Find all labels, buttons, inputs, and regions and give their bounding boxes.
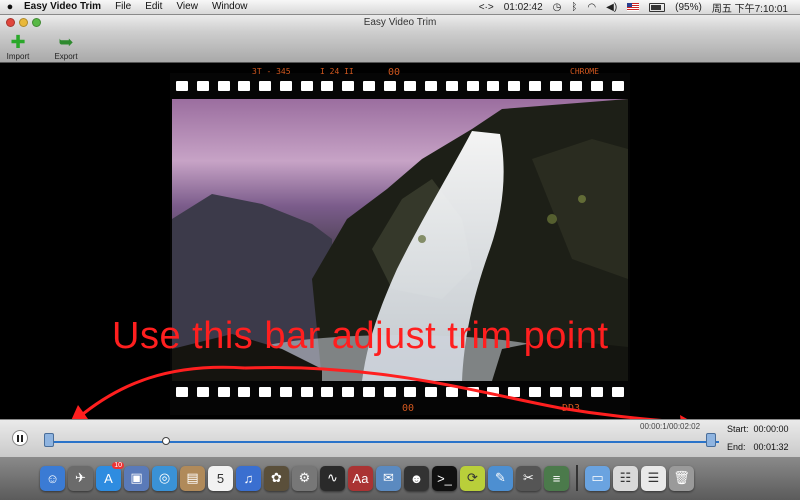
export-arrow-icon: ➥ — [58, 32, 74, 52]
calendar-icon[interactable]: 5 — [208, 465, 233, 491]
contacts-icon[interactable]: ▤ — [180, 465, 205, 491]
itunes-icon[interactable]: ♫ — [236, 465, 261, 491]
apple-menu-icon[interactable]: ● — [0, 1, 20, 13]
playhead[interactable] — [161, 437, 170, 445]
dock-shelf: ☺ ✈ A 10 ▣ ◎ ▤ 5 ♫ ✿ ⚙ ∿ Aa ✉ ☻ >_ ⟳ ✎ ✂ ≡ ▭ ☷ ☰ 🗑 — [40, 461, 760, 495]
time-machine-icon[interactable]: ◷ — [553, 2, 562, 13]
notification-badge: 10 — [112, 461, 124, 469]
pause-icon — [21, 434, 23, 442]
finder-icon[interactable]: ☺ — [40, 465, 65, 491]
menu-file[interactable]: File — [108, 0, 138, 14]
notes-icon[interactable]: ≡ — [544, 465, 569, 491]
dock: ☺ ✈ A 10 ▣ ◎ ▤ 5 ♫ ✿ ⚙ ∿ Aa ✉ ☻ >_ ⟳ ✎ ✂ ≡ ▭ ☷ ☰ 🗑 — [0, 457, 800, 500]
sync-icon[interactable]: ⟳ — [460, 465, 485, 491]
end-time: 00:01:32 — [753, 442, 789, 452]
current-timecode: 00:00:1/00:02:02 — [640, 422, 701, 431]
plus-icon: ✚ — [10, 32, 26, 52]
export-button[interactable]: ➥ Export — [48, 32, 84, 61]
export-label: Export — [54, 52, 78, 61]
qq-icon[interactable]: ☻ — [404, 465, 429, 491]
menubar-datetime[interactable]: 周五 下午7:10:01 — [712, 0, 788, 15]
trim-timeline-bar[interactable] — [44, 441, 719, 443]
menubar-clock[interactable]: 01:02:42 — [504, 2, 543, 13]
annotation-arrows — [34, 365, 724, 454]
launchpad-icon[interactable]: ✈ — [68, 465, 93, 491]
folder-icon[interactable]: ▭ — [585, 465, 610, 491]
player-controls: 00:00:1/00:02:02 Start: 00:00:00 End: 00… — [0, 419, 800, 458]
menu-window[interactable]: Window — [205, 0, 255, 14]
window-titlebar: Easy Video Trim — [0, 15, 800, 31]
import-button[interactable]: ✚ Import — [0, 32, 36, 61]
start-label: Start: — [727, 424, 749, 434]
minimize-button[interactable] — [19, 18, 28, 27]
input-source-flag-icon[interactable] — [627, 3, 640, 11]
iphoto-icon[interactable]: ✿ — [264, 465, 289, 491]
pause-icon — [17, 434, 19, 442]
terminal-icon[interactable]: >_ — [432, 465, 457, 491]
import-label: Import — [6, 52, 30, 61]
bluetooth-icon[interactable]: ᛒ — [571, 2, 577, 13]
menu-edit[interactable]: Edit — [138, 0, 169, 14]
system-prefs-icon[interactable]: ⚙ — [292, 465, 317, 491]
activity-icon[interactable]: ∿ — [320, 465, 345, 491]
dictionary-icon[interactable]: Aa — [348, 465, 373, 491]
safari-icon[interactable]: ◎ — [152, 465, 177, 491]
wifi-icon[interactable]: ◠ — [587, 2, 596, 13]
menu-bar: ● Easy Video Trim File Edit View Window … — [0, 0, 800, 15]
close-button[interactable] — [6, 18, 15, 27]
end-label: End: — [727, 442, 746, 452]
window-controls — [6, 18, 41, 27]
window-title: Easy Video Trim — [363, 17, 437, 28]
preview-icon[interactable]: ✉ — [376, 465, 401, 491]
pause-button[interactable] — [12, 430, 28, 446]
end-readout: End: 00:01:32 — [727, 442, 789, 452]
timecode-current: 00:00:1 — [640, 422, 667, 431]
trash-icon[interactable]: 🗑 — [669, 465, 694, 491]
downloads-icon[interactable]: ☷ — [613, 465, 638, 491]
sync-arrows-icon[interactable]: <·> — [479, 2, 494, 13]
toolbar: ✚ Import ➥ Export — [0, 31, 800, 63]
app-menu[interactable]: Easy Video Trim — [20, 0, 108, 14]
battery-icon[interactable] — [649, 2, 666, 12]
dock-separator — [576, 465, 578, 491]
start-readout: Start: 00:00:00 — [727, 424, 789, 434]
xcode-icon[interactable]: ✎ — [488, 465, 513, 491]
photo-icon[interactable]: ▣ — [124, 465, 149, 491]
app-store-icon[interactable]: A 10 — [96, 461, 124, 491]
zoom-button[interactable] — [32, 18, 41, 27]
volume-icon[interactable]: ◀) — [606, 2, 617, 13]
timecode-total: 00:02:02 — [668, 422, 701, 431]
tools-icon[interactable]: ✂ — [516, 465, 541, 491]
document-icon[interactable]: ☰ — [641, 465, 666, 491]
trim-end-handle[interactable] — [706, 433, 716, 447]
trim-start-handle[interactable] — [44, 433, 54, 447]
battery-percent: (95%) — [675, 1, 702, 13]
start-time: 00:00:00 — [753, 424, 789, 434]
menu-view[interactable]: View — [169, 0, 205, 14]
